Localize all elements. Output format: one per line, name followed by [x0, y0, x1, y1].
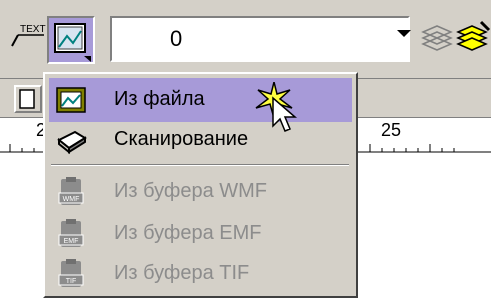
ruler-label-25: 25: [381, 120, 402, 140]
toolbar: TEXT 0: [0, 0, 491, 78]
menu-item-label: Из буфера TIF: [114, 262, 250, 284]
layer-properties-icon[interactable]: [420, 22, 454, 52]
clipboard-badge: WMF: [63, 196, 80, 203]
clipboard-emf-icon: EMF: [58, 219, 84, 247]
layer-combobox[interactable]: 0: [110, 16, 410, 62]
insert-picture-icon: [54, 23, 91, 62]
layer-edit-icon[interactable]: [455, 20, 491, 52]
menu-item-label: Из буфера EMF: [114, 222, 262, 244]
menu-item-clipboard-emf[interactable]: EMF Из буфера EMF: [49, 212, 352, 256]
text-icon: TEXT: [11, 24, 46, 47]
app-window: TEXT 0 2 25 Из файла Сканирование WMF Из…: [0, 0, 491, 298]
menu-item-clipboard-tif[interactable]: TIF Из буфера TIF: [49, 252, 352, 296]
menu-item-label: Из файла: [114, 88, 205, 110]
insert-picture-button[interactable]: [47, 16, 95, 64]
page-button[interactable]: [14, 85, 42, 113]
page-icon: [19, 89, 35, 109]
menu-item-from-file[interactable]: Из файла: [49, 78, 352, 132]
clipboard-badge: TIF: [66, 278, 77, 285]
menu-item-label: Из буфера WMF: [114, 180, 268, 202]
menu-item-clipboard-wmf[interactable]: WMF Из буфера WMF: [49, 170, 352, 214]
clipboard-wmf-icon: WMF: [58, 177, 84, 205]
chevron-down-icon[interactable]: [397, 30, 411, 37]
clipboard-badge: EMF: [64, 238, 79, 245]
insert-picture-menu: Из файла Сканирование WMF Из буфера WMF …: [43, 72, 358, 298]
layer-value: 0: [170, 26, 183, 51]
text-tool-button[interactable]: TEXT: [6, 16, 46, 58]
menu-separator: [51, 164, 349, 166]
text-tool-label: TEXT: [20, 24, 46, 35]
file-folder-icon: [56, 87, 86, 113]
clipboard-tif-icon: TIF: [58, 259, 84, 287]
scanner-icon: [57, 130, 87, 155]
menu-item-scan[interactable]: Сканирование: [49, 118, 352, 162]
menu-item-label: Сканирование: [114, 128, 249, 150]
